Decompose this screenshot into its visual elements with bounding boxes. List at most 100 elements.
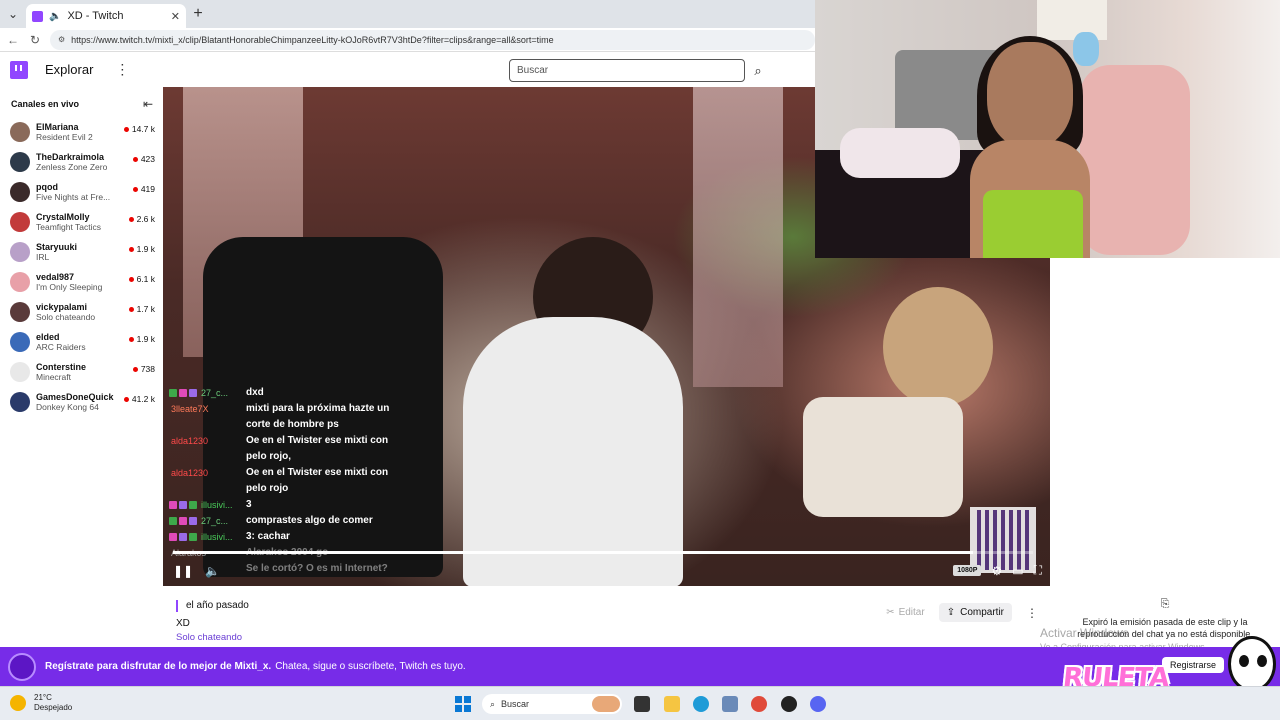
chat-username: alda1230 bbox=[171, 468, 209, 478]
back-icon[interactable]: ← bbox=[6, 33, 20, 47]
tab-list-dropdown-icon[interactable]: ⌄ bbox=[0, 0, 26, 28]
close-tab-icon[interactable]: ✕ bbox=[171, 10, 180, 23]
channel-game: Zenless Zone Zero bbox=[36, 162, 108, 172]
channel-text: GamesDoneQuick Donkey Kong 64 bbox=[36, 392, 124, 412]
sidebar-channel[interactable]: ElMariana Resident Evil 2 14.7 k bbox=[0, 117, 163, 147]
scissors-icon: ✂ bbox=[886, 607, 895, 618]
viewer-count: 1.7 k bbox=[128, 304, 155, 314]
file-explorer-icon[interactable] bbox=[664, 696, 680, 712]
channel-avatar bbox=[10, 122, 30, 142]
progress-fill bbox=[173, 551, 973, 554]
chat-badge-icon bbox=[169, 501, 177, 509]
share-icon: ⇪ bbox=[946, 607, 956, 618]
live-dot-icon bbox=[128, 306, 134, 312]
clip-info: el año pasado XD Solo chateando ✂ Editar… bbox=[176, 600, 1046, 646]
channel-game: Solo chateando bbox=[36, 312, 96, 322]
sidebar-channel[interactable]: elded ARC Raiders 1.9 k bbox=[0, 327, 163, 357]
sidebar-channel[interactable]: CrystalMolly Teamfight Tactics 2.6 k bbox=[0, 207, 163, 237]
chat-badge-icon bbox=[189, 501, 197, 509]
channel-avatar bbox=[10, 272, 30, 292]
channel-list: ElMariana Resident Evil 2 14.7 k TheDarkrai… bbox=[0, 117, 163, 417]
more-options-icon[interactable]: ⋮ bbox=[1026, 606, 1038, 620]
volume-icon[interactable]: 🔈 bbox=[205, 564, 220, 578]
clip-category-link[interactable]: Solo chateando bbox=[176, 632, 1046, 643]
chat-badge-icon bbox=[179, 517, 187, 525]
pause-icon[interactable]: ❚❚ bbox=[173, 564, 193, 578]
more-menu-icon[interactable]: ⋮ bbox=[115, 61, 129, 78]
fullscreen-icon[interactable]: ⛶ bbox=[1034, 563, 1042, 578]
chat-badge-icon bbox=[189, 389, 197, 397]
channel-name: pqod bbox=[36, 182, 58, 192]
theatre-mode-icon[interactable]: ▭ bbox=[1012, 564, 1023, 578]
viewer-count: 14.7 k bbox=[123, 124, 155, 134]
search-icon[interactable]: ⌕ bbox=[747, 59, 769, 82]
channel-avatar bbox=[10, 332, 30, 352]
sidebar-channel[interactable]: TheDarkraimola Zenless Zone Zero 423 bbox=[0, 147, 163, 177]
chat-user: alda1230 bbox=[169, 433, 246, 465]
search-input[interactable]: Buscar bbox=[509, 59, 745, 82]
chat-badge-icon bbox=[169, 517, 177, 525]
new-tab-button[interactable]: + bbox=[186, 5, 210, 23]
chat-user: 27_c... bbox=[169, 385, 246, 401]
webcam-scene-pillow bbox=[840, 128, 960, 178]
chat-user: 27_c... bbox=[169, 513, 246, 529]
browser-tab[interactable]: 🔈 XD - Twitch ✕ bbox=[26, 4, 186, 28]
channel-name: TheDarkraimola bbox=[36, 152, 105, 162]
settings-gear-icon[interactable]: ⚙ bbox=[991, 564, 1002, 578]
chat-user: alda1230 bbox=[169, 465, 246, 497]
sidebar-channel[interactable]: Conterstine Minecraft 738 bbox=[0, 357, 163, 387]
weather-widget[interactable]: 21°C Despejado bbox=[10, 693, 72, 713]
taskbar-app-icon[interactable] bbox=[592, 696, 620, 712]
weather-condition: Despejado bbox=[34, 703, 73, 712]
webcam-scene-chair bbox=[1080, 65, 1190, 255]
browser-tabbar: ⌄ 🔈 XD - Twitch ✕ + bbox=[0, 0, 815, 28]
chat-text: Oe en el Twister ese mixti con pelo rojo… bbox=[246, 435, 389, 462]
channel-game: Minecraft bbox=[36, 372, 71, 382]
reload-icon[interactable]: ↻ bbox=[28, 33, 42, 47]
channel-avatar bbox=[10, 212, 30, 232]
viewer-count: 41.2 k bbox=[123, 394, 155, 404]
chat-text: mixti para la próxima hazte un corte de … bbox=[246, 403, 390, 430]
sidebar-channel[interactable]: pqod Five Nights at Fre... 419 bbox=[0, 177, 163, 207]
edit-button[interactable]: ✂ Editar bbox=[886, 607, 925, 618]
chrome-icon[interactable] bbox=[751, 696, 767, 712]
viewer-count: 6.1 k bbox=[128, 274, 155, 284]
speaker-icon[interactable]: 🔈 bbox=[49, 11, 61, 22]
channel-name: vedal987 bbox=[36, 272, 75, 282]
collapse-sidebar-icon[interactable]: ⇤ bbox=[143, 97, 153, 111]
site-info-icon[interactable]: ⚙ bbox=[58, 35, 65, 44]
viewer-count-text: 423 bbox=[140, 154, 155, 164]
channel-text: vickypalami Solo chateando bbox=[36, 302, 124, 322]
watermark-title: Activar Windows bbox=[1040, 626, 1129, 640]
channel-game: Resident Evil 2 bbox=[36, 132, 93, 142]
chat-text: dxd bbox=[246, 387, 264, 398]
windows-start-icon[interactable] bbox=[455, 696, 471, 712]
chat-text: comprastes algo de comer bbox=[246, 515, 373, 526]
edit-label: Editar bbox=[898, 607, 925, 618]
channel-avatar bbox=[10, 392, 30, 412]
task-view-icon[interactable] bbox=[634, 696, 650, 712]
chat-message: 27_c... dxd bbox=[169, 385, 399, 401]
snipping-tool-icon[interactable] bbox=[722, 696, 738, 712]
obs-icon[interactable] bbox=[781, 696, 797, 712]
chat-badge-icon bbox=[179, 501, 187, 509]
channel-avatar bbox=[10, 362, 30, 382]
discord-icon[interactable] bbox=[810, 696, 826, 712]
sidebar-channel[interactable]: vedal987 I'm Only Sleeping 6.1 k bbox=[0, 267, 163, 297]
channel-avatar bbox=[10, 152, 30, 172]
sidebar-channel[interactable]: GamesDoneQuick Donkey Kong 64 41.2 k bbox=[0, 387, 163, 417]
explore-link[interactable]: Explorar bbox=[45, 62, 93, 77]
player-controls-right: 1080P ⚙ ▭ ⛶ bbox=[953, 563, 1042, 578]
viewer-count-text: 2.6 k bbox=[136, 214, 155, 224]
edge-browser-icon[interactable] bbox=[693, 696, 709, 712]
webcam-scene-person bbox=[983, 190, 1083, 258]
channel-name: ElMariana bbox=[36, 122, 79, 132]
url-field[interactable]: ⚙ https://www.twitch.tv/mixti_x/clip/Bla… bbox=[50, 29, 815, 50]
video-progress-bar[interactable] bbox=[173, 551, 1033, 554]
share-button[interactable]: ⇪ Compartir bbox=[938, 603, 1012, 622]
sidebar-channel[interactable]: vickypalami Solo chateando 1.7 k bbox=[0, 297, 163, 327]
chat-badge-icon bbox=[189, 533, 197, 541]
twitch-logo-icon[interactable] bbox=[10, 60, 28, 79]
sidebar-channel[interactable]: Staryuuki IRL 1.9 k bbox=[0, 237, 163, 267]
screen: ⌄ 🔈 XD - Twitch ✕ + ← ↻ ⚙ https://www.tw… bbox=[0, 0, 1280, 720]
